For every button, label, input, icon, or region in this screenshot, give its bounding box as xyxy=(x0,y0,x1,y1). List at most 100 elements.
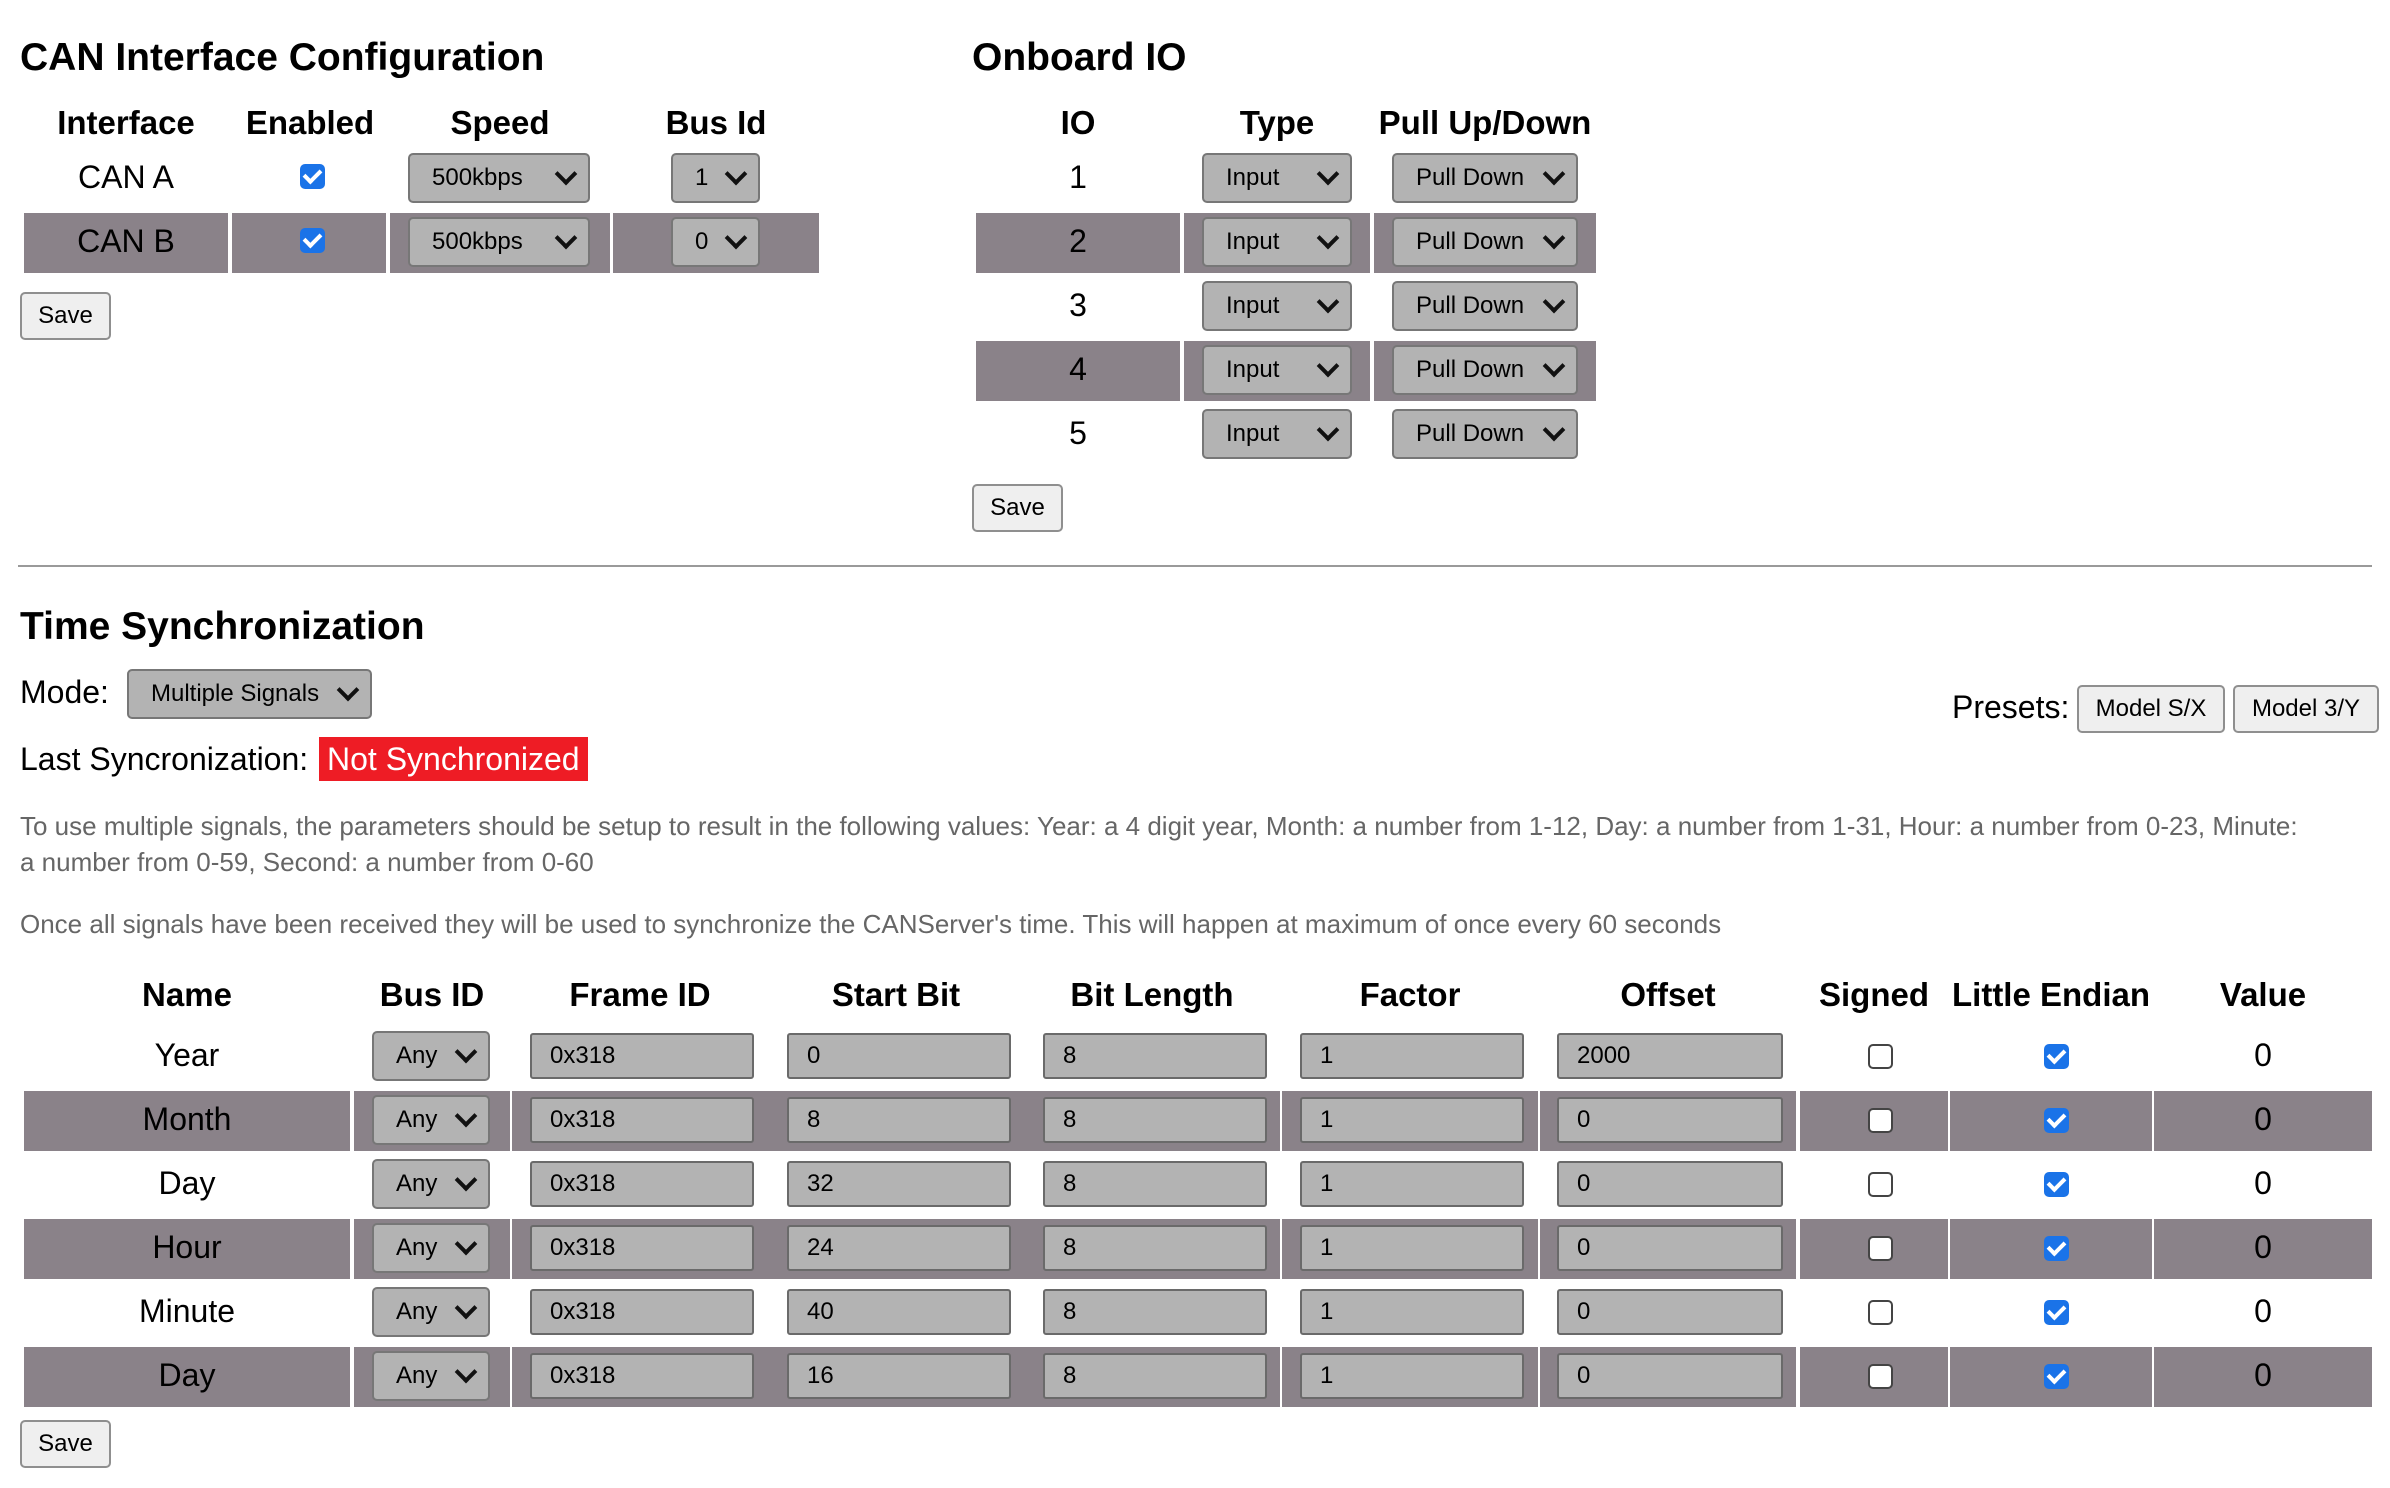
io-number: 5 xyxy=(1069,415,1087,451)
io-number: 1 xyxy=(1069,159,1087,195)
offset-input[interactable]: 0 xyxy=(1557,1353,1783,1399)
little-endian-checkbox[interactable] xyxy=(2044,1108,2069,1133)
frame-id-input[interactable]: 0x318 xyxy=(530,1289,754,1335)
start-bit-input[interactable]: 8 xyxy=(787,1097,1011,1143)
little-endian-checkbox[interactable] xyxy=(2044,1172,2069,1197)
bit-length-input[interactable]: 8 xyxy=(1043,1353,1267,1399)
io-1-type-select[interactable]: Input xyxy=(1202,153,1352,203)
factor-input[interactable]: 1 xyxy=(1300,1353,1524,1399)
chevron-down-icon xyxy=(724,162,748,186)
io-5-pull-select[interactable]: Pull Down xyxy=(1392,409,1578,459)
io-2-type-select[interactable]: Input xyxy=(1202,217,1352,267)
bus-id-select[interactable]: Any xyxy=(372,1031,490,1081)
little-endian-checkbox[interactable] xyxy=(2044,1300,2069,1325)
io-5-type-select[interactable]: Input xyxy=(1202,409,1352,459)
io-header-io: IO xyxy=(1060,104,1096,141)
io-2-pull-select[interactable]: Pull Down xyxy=(1392,217,1578,267)
bit-length-input[interactable]: 8 xyxy=(1043,1225,1267,1271)
can-a-bus-id-select[interactable]: 1 xyxy=(671,153,760,203)
chevron-down-icon xyxy=(724,226,748,250)
can-header-enabled: Enabled xyxy=(245,104,375,141)
offset-input[interactable]: 0 xyxy=(1557,1289,1783,1335)
bus-id-value: Any xyxy=(396,1362,438,1389)
description-line-2: a number from 0-59, Second: a number fro… xyxy=(20,847,594,877)
io-4-pull-select[interactable]: Pull Down xyxy=(1392,345,1578,395)
can-a-speed-select[interactable]: 500kbps xyxy=(408,153,590,203)
little-endian-checkbox[interactable] xyxy=(2044,1236,2069,1261)
io-number: 3 xyxy=(1069,287,1087,323)
io-number: 4 xyxy=(1069,351,1087,387)
signal-name: Day xyxy=(158,1165,216,1201)
little-endian-checkbox[interactable] xyxy=(2044,1364,2069,1389)
io-pull-value: Pull Down xyxy=(1416,420,1525,447)
description-line-3: Once all signals have been received they… xyxy=(20,909,1722,939)
io-4-type-select[interactable]: Input xyxy=(1202,345,1352,395)
presets-label: Presets: xyxy=(1952,689,2070,725)
io-3-pull-select[interactable]: Pull Down xyxy=(1392,281,1578,331)
bit-length-input[interactable]: 8 xyxy=(1043,1033,1267,1079)
chevron-down-icon xyxy=(454,1232,478,1256)
frame-id-input[interactable]: 0x318 xyxy=(530,1161,754,1207)
offset-input[interactable]: 0 xyxy=(1557,1097,1783,1143)
signed-checkbox[interactable] xyxy=(1868,1172,1893,1197)
can-interface-name: CAN A xyxy=(77,159,175,195)
can-header-speed: Speed xyxy=(450,104,550,141)
start-bit-input[interactable]: 32 xyxy=(787,1161,1011,1207)
preset-model-3y-button[interactable]: Model 3/Y xyxy=(2233,685,2379,733)
signed-checkbox[interactable] xyxy=(1868,1300,1893,1325)
can-b-speed-value: 500kbps xyxy=(432,228,523,255)
can-b-bus-id-select[interactable]: 0 xyxy=(671,217,760,267)
io-save-button[interactable]: Save xyxy=(972,484,1063,532)
signed-checkbox[interactable] xyxy=(1868,1236,1893,1261)
chevron-down-icon xyxy=(1542,418,1566,442)
preset-model-sx-button[interactable]: Model S/X xyxy=(2077,685,2225,733)
can-save-button[interactable]: Save xyxy=(20,292,111,340)
offset-input[interactable]: 0 xyxy=(1557,1161,1783,1207)
frame-id-input[interactable]: 0x318 xyxy=(530,1225,754,1271)
bit-length-input[interactable]: 8 xyxy=(1043,1289,1267,1335)
can-b-enabled-checkbox[interactable] xyxy=(300,228,325,253)
factor-input[interactable]: 1 xyxy=(1300,1097,1524,1143)
time-header-value: Value xyxy=(2219,976,2307,1013)
frame-id-input[interactable]: 0x318 xyxy=(530,1353,754,1399)
io-pull-value: Pull Down xyxy=(1416,228,1525,255)
bus-id-select[interactable]: Any xyxy=(372,1159,490,1209)
bit-length-input[interactable]: 8 xyxy=(1043,1161,1267,1207)
offset-input[interactable]: 0 xyxy=(1557,1225,1783,1271)
bus-id-select[interactable]: Any xyxy=(372,1095,490,1145)
start-bit-input[interactable]: 24 xyxy=(787,1225,1011,1271)
bit-length-input[interactable]: 8 xyxy=(1043,1097,1267,1143)
last-sync-label: Last Syncronization: xyxy=(20,741,309,777)
factor-input[interactable]: 1 xyxy=(1300,1225,1524,1271)
can-a-enabled-checkbox[interactable] xyxy=(300,164,325,189)
factor-input[interactable]: 1 xyxy=(1300,1161,1524,1207)
signal-value: 0 xyxy=(2254,1229,2272,1265)
offset-input[interactable]: 2000 xyxy=(1557,1033,1783,1079)
little-endian-checkbox[interactable] xyxy=(2044,1044,2069,1069)
time-header-bit-length: Bit Length xyxy=(1070,976,1234,1013)
start-bit-input[interactable]: 40 xyxy=(787,1289,1011,1335)
frame-id-input[interactable]: 0x318 xyxy=(530,1033,754,1079)
io-1-pull-select[interactable]: Pull Down xyxy=(1392,153,1578,203)
io-3-type-select[interactable]: Input xyxy=(1202,281,1352,331)
time-header-bus-id: Bus ID xyxy=(379,976,485,1013)
can-b-speed-select[interactable]: 500kbps xyxy=(408,217,590,267)
mode-label: Mode: xyxy=(20,674,109,710)
signed-checkbox[interactable] xyxy=(1868,1044,1893,1069)
start-bit-input[interactable]: 16 xyxy=(787,1353,1011,1399)
signed-checkbox[interactable] xyxy=(1868,1108,1893,1133)
io-type-value: Input xyxy=(1226,228,1280,255)
bus-id-select[interactable]: Any xyxy=(372,1287,490,1337)
bus-id-select[interactable]: Any xyxy=(372,1351,490,1401)
signed-checkbox[interactable] xyxy=(1868,1364,1893,1389)
factor-input[interactable]: 1 xyxy=(1300,1289,1524,1335)
bus-id-select[interactable]: Any xyxy=(372,1223,490,1273)
start-bit-input[interactable]: 0 xyxy=(787,1033,1011,1079)
time-header-offset: Offset xyxy=(1620,976,1716,1013)
can-a-speed-value: 500kbps xyxy=(432,164,523,191)
chevron-down-icon xyxy=(554,162,578,186)
frame-id-input[interactable]: 0x318 xyxy=(530,1097,754,1143)
time-save-button[interactable]: Save xyxy=(20,1420,111,1468)
factor-input[interactable]: 1 xyxy=(1300,1033,1524,1079)
mode-select[interactable]: Multiple Signals xyxy=(127,669,372,719)
